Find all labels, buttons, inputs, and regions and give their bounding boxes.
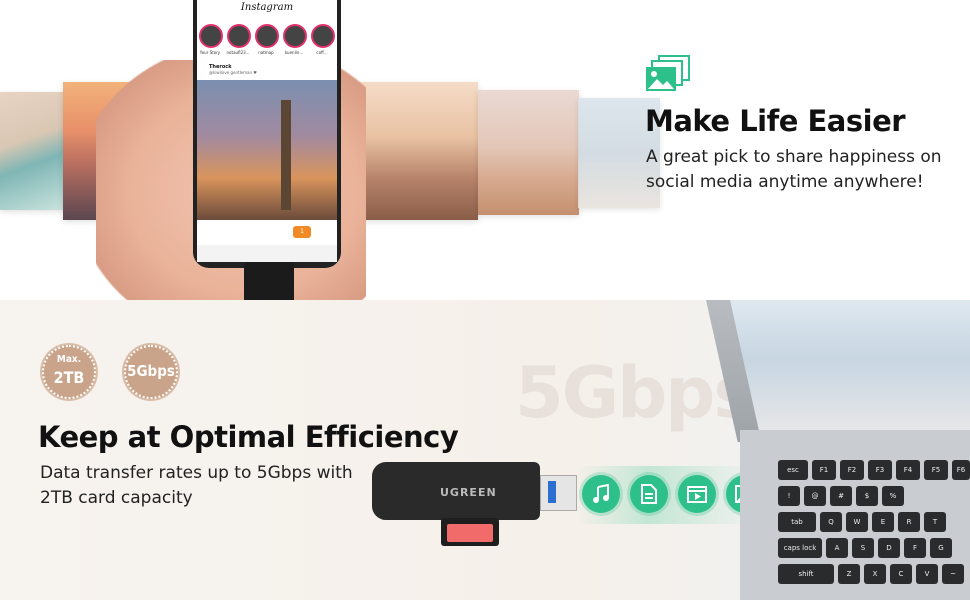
key[interactable]: F5 — [924, 460, 948, 480]
brand-label: UGREEN — [440, 486, 497, 499]
beach-photo — [0, 92, 64, 210]
key[interactable]: F2 — [840, 460, 864, 480]
story-avatar[interactable] — [199, 24, 223, 48]
story-label: notaufl23... — [226, 50, 250, 55]
key[interactable]: F1 — [812, 460, 836, 480]
desert-photo — [478, 90, 579, 215]
key[interactable]: F6 — [952, 460, 970, 480]
key[interactable]: tab — [778, 512, 816, 532]
key[interactable]: ~ — [942, 564, 964, 584]
key[interactable]: F4 — [896, 460, 920, 480]
key[interactable]: F — [904, 538, 926, 558]
key[interactable]: V — [916, 564, 938, 584]
badge-line2: 2TB — [53, 368, 85, 387]
post-image — [197, 80, 337, 220]
post-subtitle: @kiwilove gentleman ♥ — [209, 70, 257, 75]
document-file-icon — [630, 475, 668, 513]
key[interactable]: C — [890, 564, 912, 584]
sd-card-label — [447, 524, 493, 542]
key[interactable]: F3 — [868, 460, 892, 480]
key[interactable]: $ — [856, 486, 878, 506]
key[interactable]: X — [864, 564, 886, 584]
phone-screen: Instagram Your Story notaufl23... natmap… — [197, 0, 337, 262]
key[interactable]: S — [852, 538, 874, 558]
section-title: Make Life Easier — [645, 104, 906, 138]
big-ben-tower — [281, 100, 291, 210]
usb-connector — [540, 475, 577, 511]
usb-tab — [548, 481, 556, 503]
speed-badge: 5Gbps — [124, 345, 178, 399]
key[interactable]: R — [898, 512, 920, 532]
section-description: Data transfer rates up to 5Gbps with 2TB… — [40, 463, 353, 508]
key[interactable]: G — [930, 538, 952, 558]
story-avatar[interactable] — [255, 24, 279, 48]
badge-line2: 5Gbps — [127, 362, 175, 380]
top-section: Instagram Your Story notaufl23... natmap… — [0, 0, 970, 300]
key[interactable]: T — [924, 512, 946, 532]
story-avatar[interactable] — [311, 24, 335, 48]
key[interactable]: Z — [838, 564, 860, 584]
story-avatar[interactable] — [227, 24, 251, 48]
section-title: Keep at Optimal Efficiency — [38, 420, 459, 454]
story-label: Your Story — [199, 50, 221, 55]
story-label: coff... — [316, 50, 328, 55]
key[interactable]: @ — [804, 486, 826, 506]
video-file-icon — [678, 475, 716, 513]
capacity-badge: Max. 2TB — [42, 345, 96, 399]
phone-nav-bar — [197, 245, 337, 262]
key[interactable]: E — [872, 512, 894, 532]
music-file-icon — [582, 475, 620, 513]
keyboard: esc F1 F2 F3 F4 F5 F6 ! @ # $ % tab Q W … — [770, 460, 970, 600]
usb-cable — [244, 262, 294, 300]
key[interactable]: esc — [778, 460, 808, 480]
image-gallery-icon — [646, 55, 690, 91]
key[interactable]: shift — [778, 564, 834, 584]
key[interactable]: caps lock — [778, 538, 822, 558]
key[interactable]: Q — [820, 512, 842, 532]
notification-badge[interactable]: 1 — [293, 226, 311, 238]
badge-line1: Max. — [56, 354, 82, 365]
story-label: kuenlin... — [284, 50, 304, 55]
section-description: A great pick to share happiness on socia… — [646, 147, 942, 192]
key[interactable]: D — [878, 538, 900, 558]
key[interactable]: A — [826, 538, 848, 558]
key[interactable]: ! — [778, 486, 800, 506]
story-label: natmap — [258, 50, 274, 55]
key[interactable]: % — [882, 486, 904, 506]
laptop-screen — [730, 300, 970, 430]
key[interactable]: W — [846, 512, 868, 532]
key[interactable]: # — [830, 486, 852, 506]
story-avatar[interactable] — [283, 24, 307, 48]
speed-watermark: 5Gbps — [515, 352, 755, 434]
instagram-title: Instagram — [240, 2, 294, 13]
